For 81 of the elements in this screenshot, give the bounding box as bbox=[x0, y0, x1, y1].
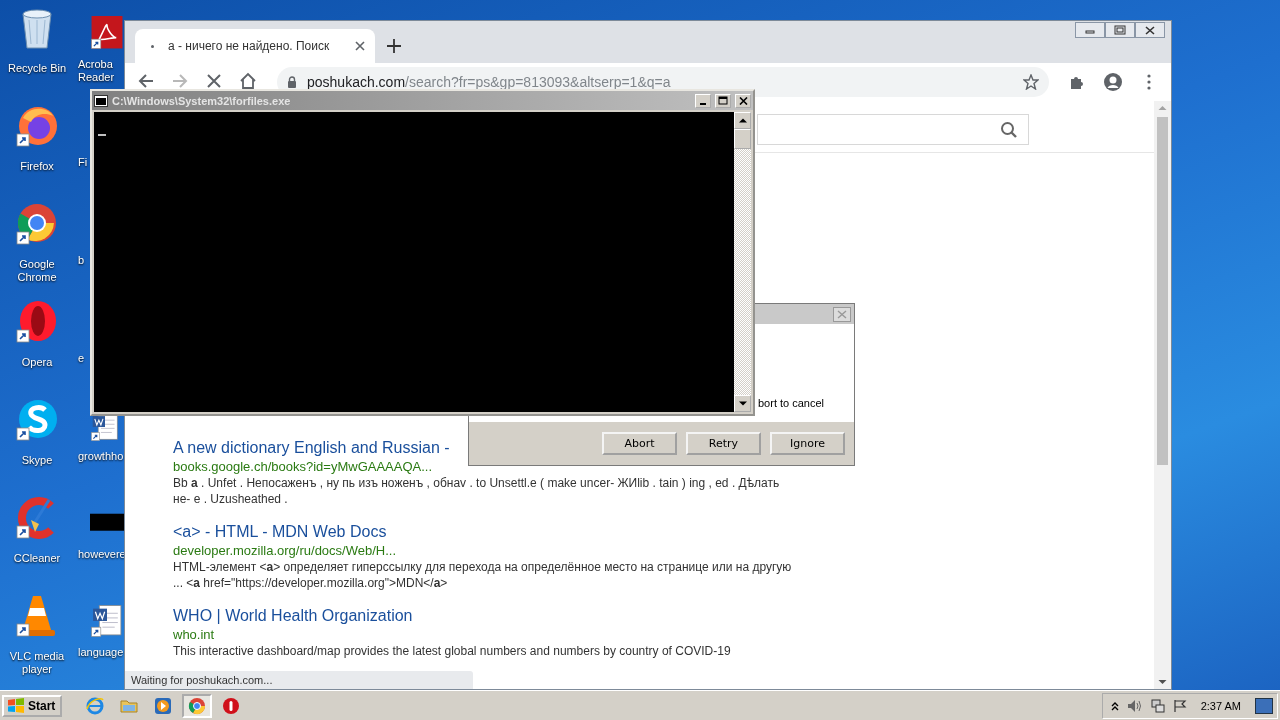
desktop-icon-label[interactable]: Skype bbox=[2, 454, 72, 467]
network-icon[interactable] bbox=[1150, 698, 1165, 713]
dialog-button[interactable]: Ignore bbox=[770, 432, 845, 455]
result-snippet: This interactive dashboard/map provides the latest global numbers and numbers by country of COVID-19 bbox=[173, 643, 732, 659]
plus-icon bbox=[387, 39, 401, 53]
desktop-icon-label[interactable]: VLC media player bbox=[2, 650, 72, 676]
status-bar: Waiting for poshukach.com... bbox=[125, 671, 473, 689]
desktop-icon-label[interactable]: howevere bbox=[78, 548, 126, 561]
desktop-icon-label[interactable]: e bbox=[78, 352, 85, 365]
dialog-button[interactable]: Abort bbox=[602, 432, 677, 455]
pdf-logo-icon[interactable] bbox=[90, 16, 124, 50]
result-title-link[interactable]: WHO | World Health Organization bbox=[173, 605, 413, 627]
circle-logo-icon bbox=[188, 696, 207, 715]
text-cursor bbox=[98, 134, 106, 136]
console-icon bbox=[94, 94, 108, 107]
menu-icon bbox=[1147, 74, 1151, 90]
lock-icon bbox=[287, 76, 297, 88]
result-snippet: Bb a . Unfet . Непосаженъ , ну пь изъ ноженъ , обнаv . to Unsettl.e ( make uncer- ЖИlib . tain ) ing , ed . Дѣлать не- е . Uzusheathed . bbox=[173, 475, 781, 507]
maximize-icon bbox=[718, 96, 728, 105]
scroll-down-button[interactable] bbox=[734, 395, 751, 412]
scrollbar-thumb[interactable] bbox=[1157, 117, 1168, 465]
browser-tab[interactable]: а - ничего не найдено. Поиск bbox=[135, 29, 375, 63]
desktop-icon-label[interactable]: Recycle Bin bbox=[2, 62, 72, 75]
word-document-icon[interactable] bbox=[90, 604, 124, 638]
chevron-up-icon[interactable] bbox=[1110, 700, 1119, 711]
taskbar-app-button[interactable] bbox=[182, 693, 213, 718]
scrollbar[interactable] bbox=[734, 112, 751, 412]
e-logo-icon bbox=[86, 696, 105, 715]
loading-icon bbox=[151, 44, 154, 48]
fox-logo-icon[interactable] bbox=[15, 104, 59, 148]
clock[interactable]: 2:37 AM bbox=[1200, 699, 1241, 712]
show-desktop-button[interactable] bbox=[1255, 697, 1273, 714]
scrollbar[interactable] bbox=[1154, 101, 1171, 689]
media-player-icon bbox=[154, 696, 173, 715]
user-icon bbox=[1103, 72, 1123, 92]
search-icon[interactable] bbox=[1000, 120, 1018, 139]
desktop-icon-label[interactable]: Opera bbox=[2, 356, 72, 369]
flag-icon[interactable] bbox=[1172, 698, 1187, 713]
url-text: poshukach.com/search?fr=ps&gp=813093&altserp=1&q=a bbox=[307, 74, 672, 90]
result-title-link[interactable]: <a> - HTML - MDN Web Docs bbox=[173, 521, 387, 543]
desktop-icon-label[interactable]: Fi bbox=[78, 156, 88, 169]
start-button[interactable]: Start bbox=[2, 694, 63, 717]
speaker-icon[interactable] bbox=[1126, 698, 1143, 713]
result-snippet: HTML-элемент <a> определяет гиперссылку для перехода на определённое место на странице или на другую ... <a href="https://developer.mozilla.org">MDN</a> bbox=[173, 559, 793, 591]
desktop-icon-label[interactable]: b bbox=[78, 254, 85, 267]
down-arrow-icon bbox=[738, 401, 747, 406]
desktop-icon-label[interactable]: growthho bbox=[78, 450, 124, 463]
result-url: books.google.ch/books?id=yMwGAAAAQA... bbox=[173, 459, 434, 475]
result-url: developer.mozilla.org/ru/docs/Web/H... bbox=[173, 543, 398, 559]
forward-arrow-icon bbox=[172, 73, 188, 89]
circle-logo-icon[interactable] bbox=[15, 202, 59, 246]
desktop-icon-label[interactable]: CCleaner bbox=[2, 552, 72, 565]
skype-logo-icon[interactable] bbox=[15, 398, 59, 442]
star-icon[interactable] bbox=[1023, 74, 1039, 90]
stop-sign-icon bbox=[222, 696, 241, 715]
ring-logo-icon[interactable] bbox=[15, 300, 59, 344]
close-icon[interactable] bbox=[355, 41, 365, 51]
close-icon bbox=[738, 96, 748, 105]
puzzle-icon bbox=[1069, 74, 1085, 90]
result-title-link[interactable]: A new dictionary English and Russian - bbox=[173, 437, 450, 459]
restore-icon bbox=[1114, 25, 1126, 35]
home-icon bbox=[239, 72, 257, 90]
close-button[interactable] bbox=[1135, 22, 1165, 38]
search-field[interactable] bbox=[757, 114, 1029, 145]
close-icon bbox=[1145, 25, 1155, 35]
scrollbar-thumb[interactable] bbox=[734, 129, 751, 149]
desktop-icon-label[interactable]: language bbox=[78, 646, 124, 659]
close-icon bbox=[207, 74, 221, 88]
up-arrow-icon bbox=[738, 118, 747, 123]
desktop-icon-label[interactable]: Acroba Reader bbox=[78, 58, 126, 84]
windows-flag-icon bbox=[7, 697, 25, 714]
dialog-button[interactable]: Retry bbox=[686, 432, 761, 455]
desktop-icon-label[interactable]: Firefox bbox=[2, 160, 72, 173]
dialog-message: bort to cancel bbox=[758, 397, 825, 409]
close-icon bbox=[837, 309, 847, 319]
scroll-up-button[interactable] bbox=[734, 112, 751, 129]
result-url: who.int bbox=[173, 627, 216, 643]
maximize-button[interactable] bbox=[715, 93, 731, 108]
back-arrow-icon bbox=[138, 73, 154, 89]
window-title: C:\Windows\System32\forfiles.exe bbox=[112, 94, 292, 107]
desktop-icon-label[interactable]: Google Chrome bbox=[2, 258, 72, 284]
